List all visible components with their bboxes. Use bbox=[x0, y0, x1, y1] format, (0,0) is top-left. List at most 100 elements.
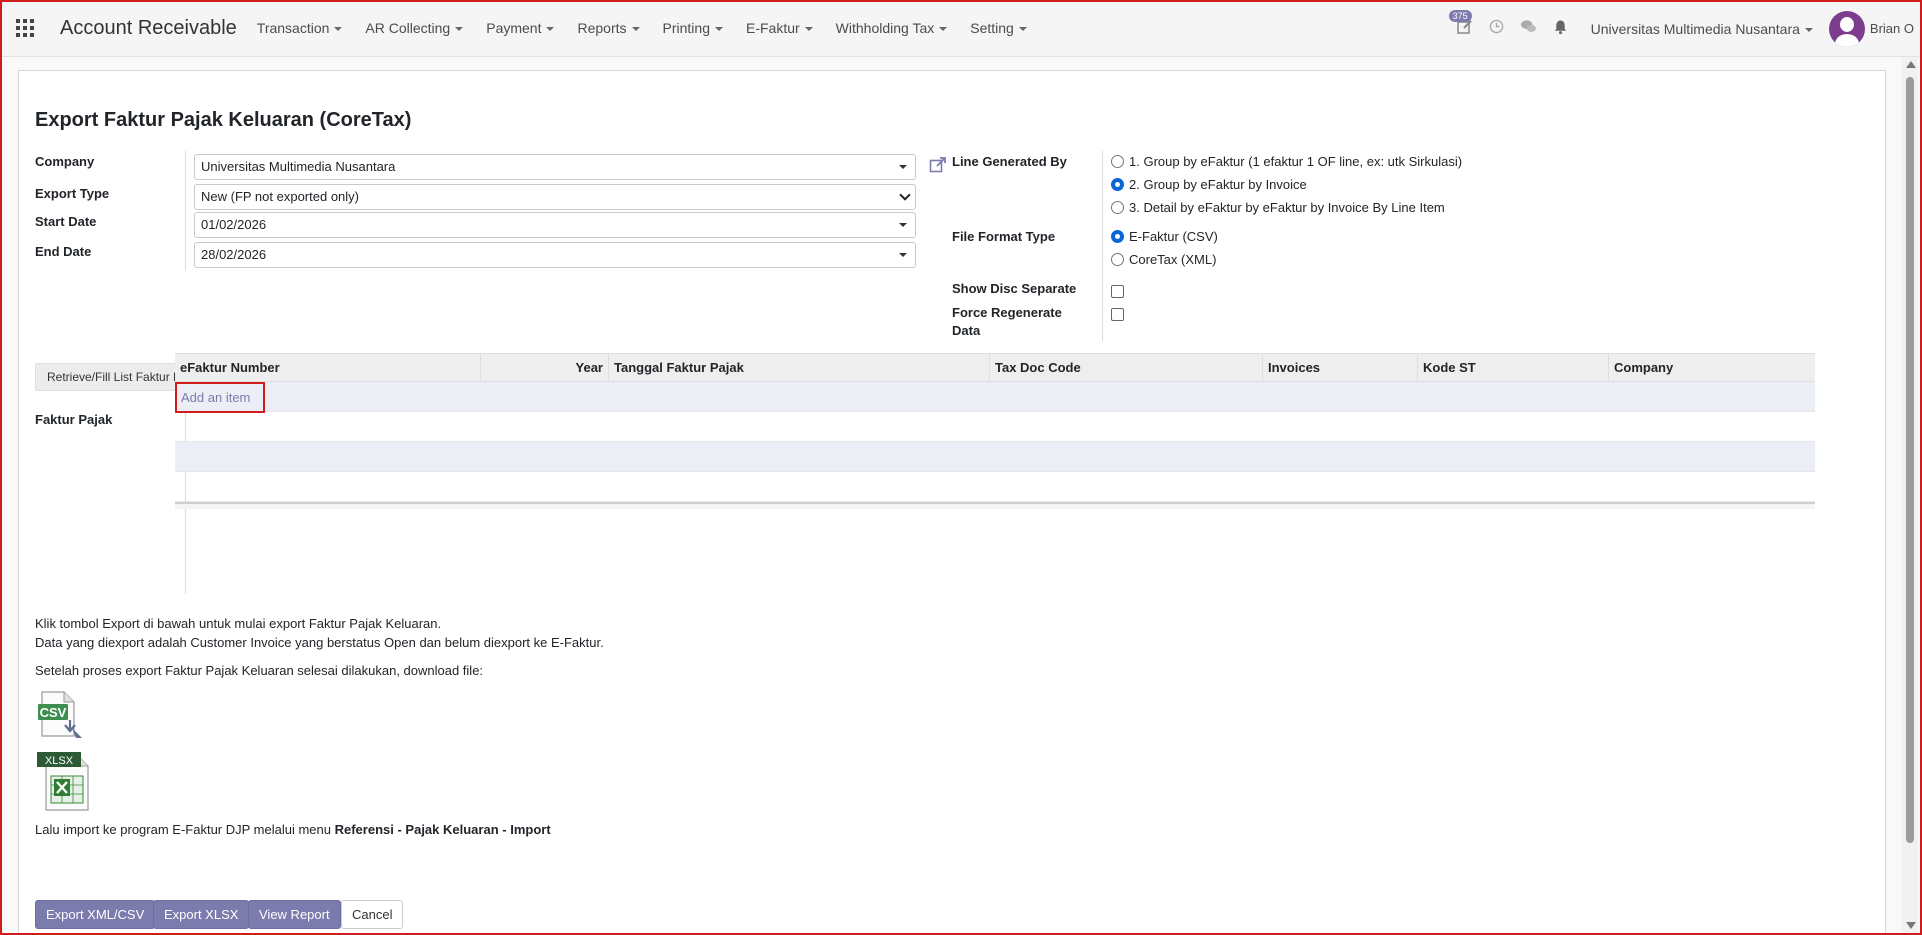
column-invoices[interactable]: Invoices bbox=[1263, 354, 1418, 381]
export-type-value: New (FP not exported only) bbox=[201, 189, 359, 204]
menu-reports[interactable]: Reports bbox=[577, 20, 640, 36]
force-regenerate-label-line2: Data bbox=[952, 323, 981, 338]
caret-down-icon bbox=[455, 27, 464, 32]
column-year[interactable]: Year bbox=[481, 354, 609, 381]
caret-down-icon bbox=[939, 27, 948, 32]
note-line-3: Setelah proses export Faktur Pajak Kelua… bbox=[35, 663, 484, 678]
view-report-button[interactable]: View Report bbox=[248, 900, 341, 929]
label-separator-right bbox=[1102, 151, 1103, 341]
radio-unselected[interactable] bbox=[1111, 201, 1124, 214]
table-footer bbox=[175, 502, 1815, 509]
line-generated-label: Line Generated By bbox=[952, 154, 1067, 169]
force-regenerate-label: Force Regenerate Data bbox=[952, 304, 1062, 340]
csv-file-icon[interactable]: CSV bbox=[36, 690, 86, 740]
force-regenerate-label-line1: Force Regenerate bbox=[952, 305, 1062, 320]
dropdown-arrow-icon bbox=[899, 223, 907, 227]
end-date-field[interactable]: 28/02/2026 bbox=[194, 242, 916, 268]
scrollbar-thumb[interactable] bbox=[1906, 77, 1914, 843]
end-date-label: End Date bbox=[35, 244, 92, 259]
cancel-button[interactable]: Cancel bbox=[341, 900, 404, 929]
chevron-down-icon bbox=[899, 189, 911, 201]
company-select[interactable]: Universitas Multimedia Nusantara bbox=[194, 154, 916, 180]
caret-down-icon bbox=[631, 27, 640, 32]
menu-label: AR Collecting bbox=[365, 20, 451, 36]
file-format-label: File Format Type bbox=[952, 229, 1056, 244]
edit-notes-icon[interactable]: 375 bbox=[1448, 9, 1475, 39]
note-line-1: Klik tombol Export di bawah untuk mulai … bbox=[35, 616, 442, 631]
menu-path-import: Import bbox=[510, 822, 551, 837]
menu-transaction[interactable]: Transaction bbox=[257, 20, 343, 36]
table-row bbox=[175, 442, 1815, 472]
top-navbar: Account Receivable Transaction AR Collec… bbox=[0, 0, 1922, 57]
column-tax-doc-code[interactable]: Tax Doc Code bbox=[990, 354, 1263, 381]
radio-unselected[interactable] bbox=[1111, 155, 1124, 168]
option-label: 1. Group by eFaktur (1 efaktur 1 OF line… bbox=[1129, 154, 1463, 169]
export-xml-csv-button[interactable]: Export XML/CSV bbox=[35, 900, 156, 929]
label-separator bbox=[185, 151, 186, 271]
table-row bbox=[175, 472, 1815, 502]
option-label: 3. Detail by eFaktur by eFaktur by Invoi… bbox=[1129, 200, 1445, 215]
bell-icon[interactable] bbox=[1551, 19, 1571, 39]
option-label: 2. Group by eFaktur by Invoice bbox=[1129, 177, 1307, 192]
column-kode-st[interactable]: Kode ST bbox=[1418, 354, 1609, 381]
caret-down-icon bbox=[1804, 27, 1813, 32]
user-name[interactable]: Brian O bbox=[1870, 21, 1914, 36]
end-date-value: 28/02/2026 bbox=[201, 247, 267, 262]
export-xlsx-button[interactable]: Export XLSX bbox=[153, 900, 250, 929]
faktur-pajak-label: Faktur Pajak bbox=[35, 412, 113, 427]
company-switcher[interactable]: Universitas Multimedia Nusantara bbox=[1591, 21, 1813, 37]
menu-payment[interactable]: Payment bbox=[486, 20, 555, 36]
menu-label: Setting bbox=[970, 20, 1014, 36]
menu-withholding-tax[interactable]: Withholding Tax bbox=[836, 20, 948, 36]
menu-label: Payment bbox=[486, 20, 542, 36]
add-item-link[interactable]: Add an item bbox=[175, 382, 265, 413]
menu-path-pajak-keluaran: Pajak Keluaran bbox=[405, 822, 499, 837]
caret-down-icon bbox=[714, 27, 723, 32]
menu-e-faktur[interactable]: E-Faktur bbox=[746, 20, 813, 36]
apps-grid-icon[interactable] bbox=[16, 19, 34, 37]
start-date-label: Start Date bbox=[35, 214, 97, 229]
user-avatar[interactable] bbox=[1828, 10, 1865, 47]
clock-icon[interactable] bbox=[1487, 19, 1507, 39]
menu-setting[interactable]: Setting bbox=[970, 20, 1027, 36]
show-disc-checkbox[interactable] bbox=[1111, 285, 1124, 298]
line-generated-option-1[interactable]: 1. Group by eFaktur (1 efaktur 1 OF line… bbox=[1111, 154, 1462, 169]
caret-down-icon bbox=[546, 27, 555, 32]
line-generated-option-3[interactable]: 3. Detail by eFaktur by eFaktur by Invoi… bbox=[1111, 200, 1445, 215]
company-label: Company bbox=[35, 154, 95, 169]
menu-ar-collecting[interactable]: AR Collecting bbox=[365, 20, 464, 36]
column-tanggal-faktur[interactable]: Tanggal Faktur Pajak bbox=[609, 354, 990, 381]
activity-badge: 375 bbox=[1448, 9, 1472, 22]
column-company[interactable]: Company bbox=[1609, 354, 1815, 381]
start-date-value: 01/02/2026 bbox=[201, 217, 267, 232]
menu-path-separator: - bbox=[498, 822, 511, 837]
file-format-option-csv[interactable]: E-Faktur (CSV) bbox=[1111, 229, 1218, 244]
radio-unselected[interactable] bbox=[1111, 253, 1124, 266]
scroll-down-arrow-icon[interactable] bbox=[1906, 922, 1916, 929]
show-disc-label: Show Disc Separate bbox=[952, 281, 1077, 296]
export-type-label: Export Type bbox=[35, 186, 110, 201]
menu-label: Transaction bbox=[256, 20, 330, 36]
file-format-option-xml[interactable]: CoreTax (XML) bbox=[1111, 252, 1216, 267]
csv-icon-label: CSV bbox=[40, 705, 67, 720]
table-row bbox=[175, 412, 1815, 442]
column-efaktur-number[interactable]: eFaktur Number bbox=[175, 354, 481, 381]
scroll-up-arrow-icon[interactable] bbox=[1906, 61, 1916, 68]
radio-selected[interactable] bbox=[1111, 230, 1124, 243]
menu-printing[interactable]: Printing bbox=[663, 20, 723, 36]
external-link-icon[interactable] bbox=[929, 156, 947, 174]
export-type-select[interactable]: New (FP not exported only) bbox=[194, 184, 916, 210]
line-generated-option-2[interactable]: 2. Group by eFaktur by Invoice bbox=[1111, 177, 1307, 192]
radio-selected[interactable] bbox=[1111, 178, 1124, 191]
xlsx-file-icon[interactable]: XLSX bbox=[36, 748, 98, 812]
caret-down-icon bbox=[1018, 27, 1027, 32]
force-regenerate-checkbox[interactable] bbox=[1111, 308, 1124, 321]
vertical-scrollbar[interactable] bbox=[1902, 57, 1918, 933]
faktur-pajak-table: eFaktur Number Year Tanggal Faktur Pajak… bbox=[175, 353, 1815, 509]
dropdown-arrow-icon bbox=[899, 253, 907, 257]
menu-path-separator: - bbox=[393, 822, 406, 837]
table-header: eFaktur Number Year Tanggal Faktur Pajak… bbox=[175, 353, 1815, 382]
start-date-field[interactable]: 01/02/2026 bbox=[194, 212, 916, 238]
chat-icon[interactable] bbox=[1519, 19, 1539, 39]
import-prefix: Lalu import ke program E-Faktur DJP mela… bbox=[35, 822, 335, 837]
